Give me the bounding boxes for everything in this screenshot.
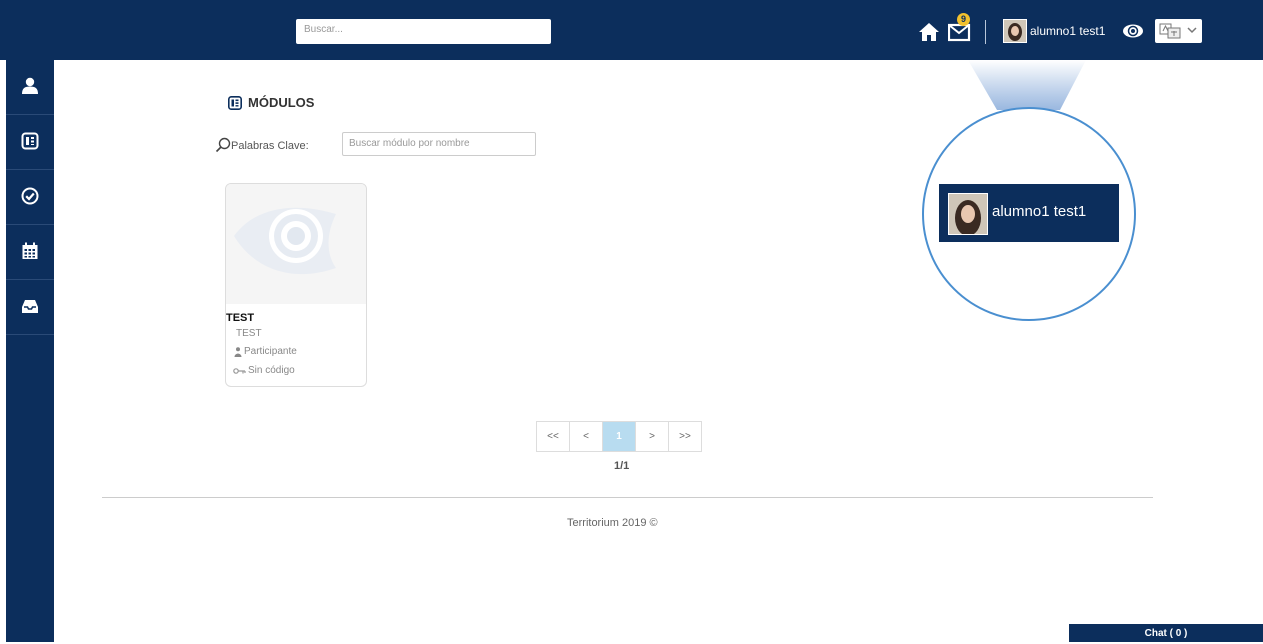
- zoom-user-name: alumno1 test1: [992, 203, 1087, 220]
- module-icon: [228, 96, 242, 110]
- sidebar-item-modules[interactable]: [6, 115, 54, 170]
- page-title: MÓDULOS: [248, 95, 315, 110]
- page-last-button[interactable]: >>: [668, 421, 702, 452]
- pagination: << < 1 > >>: [536, 421, 702, 452]
- module-search-input[interactable]: Buscar módulo por nombre: [342, 132, 536, 156]
- sidebar-item-tasks[interactable]: [6, 170, 54, 225]
- module-code: Sin código: [248, 365, 295, 376]
- keywords-label: Palabras Clave:: [231, 140, 309, 152]
- topbar-divider: [985, 20, 986, 44]
- sidebar-item-profile[interactable]: [6, 60, 54, 115]
- home-icon[interactable]: [918, 22, 940, 42]
- user-menu-name[interactable]: alumno1 test1: [1030, 24, 1105, 38]
- avatar[interactable]: [1003, 19, 1027, 43]
- chat-button[interactable]: Chat ( 0 ): [1069, 624, 1263, 642]
- calendar-icon: [22, 242, 38, 259]
- footer-copyright: Territorium 2019 ©: [567, 517, 658, 529]
- check-circle-icon: [21, 187, 39, 205]
- zoom-user-chip: alumno1 test1: [939, 184, 1119, 242]
- page-current-button[interactable]: 1: [602, 421, 636, 452]
- person-icon: [234, 347, 242, 357]
- sidebar-item-calendar[interactable]: [6, 225, 54, 280]
- notification-badge: 9: [957, 13, 970, 26]
- avatar-photo: [949, 194, 987, 234]
- key-icon: [233, 368, 246, 374]
- user-icon: [22, 77, 38, 94]
- page-count: 1/1: [614, 460, 630, 472]
- page-prev-button[interactable]: <: [569, 421, 603, 452]
- avatar-photo: [1004, 20, 1026, 42]
- sidebar-item-inbox[interactable]: [6, 280, 54, 335]
- zoom-callout-beam: [968, 60, 1086, 110]
- module-thumbnail: [226, 184, 366, 304]
- page-next-button[interactable]: >: [635, 421, 669, 452]
- module-role: Participante: [244, 346, 297, 357]
- module-icon: [21, 132, 39, 150]
- footer-divider: [102, 497, 1153, 498]
- search-icon: [215, 137, 231, 153]
- module-subtitle: TEST: [236, 328, 262, 339]
- eye-icon[interactable]: [1122, 23, 1144, 39]
- module-title: TEST: [226, 312, 255, 324]
- module-card[interactable]: TEST TEST Participante Sin código: [225, 183, 367, 387]
- page-first-button[interactable]: <<: [536, 421, 570, 452]
- top-navbar: Buscar... 9 alumno1 test1: [0, 0, 1263, 60]
- translate-icon: [1159, 23, 1181, 39]
- eye-logo-icon: [234, 207, 336, 275]
- sidebar: [6, 60, 54, 642]
- zoom-avatar: [948, 193, 988, 235]
- global-search-input[interactable]: Buscar...: [296, 19, 551, 44]
- inbox-icon: [22, 300, 38, 313]
- chevron-down-icon: [1187, 27, 1197, 34]
- zoom-callout: alumno1 test1: [922, 107, 1136, 321]
- language-select[interactable]: [1155, 19, 1202, 43]
